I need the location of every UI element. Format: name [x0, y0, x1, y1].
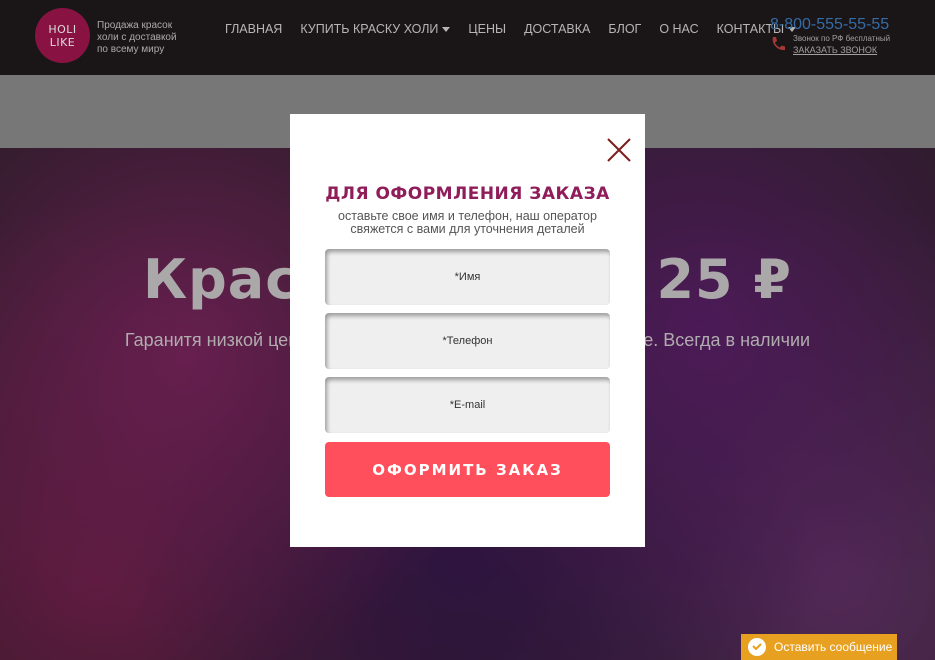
chat-widget[interactable]: Оставить сообщение	[741, 634, 897, 660]
name-field[interactable]	[325, 249, 610, 305]
submit-order-button[interactable]: ОФОРМИТЬ ЗАКАЗ	[325, 442, 610, 497]
modal-title: ДЛЯ ОФОРМЛЕНИЯ ЗАКАЗА	[325, 184, 610, 204]
modal-description: оставьте свое имя и телефон, наш операто…	[338, 209, 597, 236]
close-icon[interactable]	[607, 138, 631, 162]
chat-label: Оставить сообщение	[774, 640, 893, 654]
email-field[interactable]	[325, 377, 610, 433]
chat-bubble-icon	[748, 638, 766, 656]
order-modal: ДЛЯ ОФОРМЛЕНИЯ ЗАКАЗА оставьте свое имя …	[290, 114, 645, 547]
phone-field[interactable]	[325, 313, 610, 369]
